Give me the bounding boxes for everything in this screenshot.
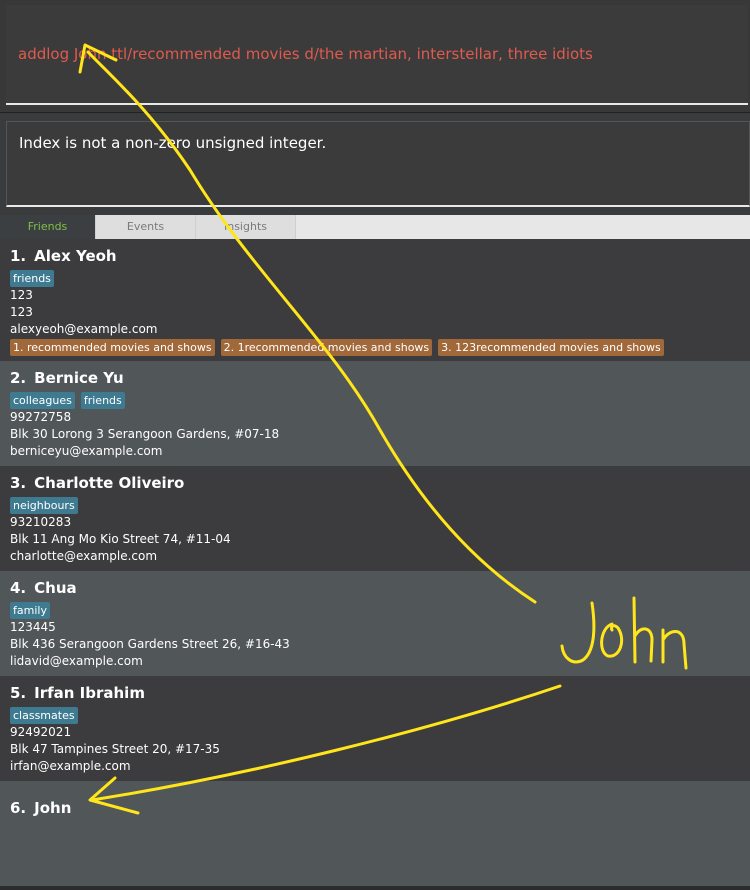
tag-list: classmates [10, 707, 740, 724]
person-phone: 93210283 [10, 515, 72, 529]
person-name: Bernice Yu [34, 369, 124, 387]
person-phone: 99272758 [10, 410, 72, 424]
person-address: 123 [10, 305, 33, 319]
tab-bar: Friends Events Insights [0, 215, 750, 239]
tag-list: neighbours [10, 497, 740, 514]
person-address: Blk 47 Tampines Street 20, #17-35 [10, 742, 220, 756]
log-entry: 2. 1recommended movies and shows [220, 339, 433, 356]
tag-list: colleagues friends [10, 392, 740, 409]
person-card[interactable]: 4. Chua family 123445 Blk 436 Serangoon … [0, 571, 750, 676]
person-phone: 123445 [10, 620, 56, 634]
tag: friends [10, 270, 54, 287]
person-card[interactable]: 3. Charlotte Oliveiro neighbours 9321028… [0, 466, 750, 571]
person-index: 6. [10, 799, 27, 817]
person-index: 4. [10, 579, 27, 597]
person-index: 2. [10, 369, 27, 387]
person-name-row: 3. Charlotte Oliveiro [10, 474, 740, 494]
tag: colleagues [10, 392, 75, 409]
person-name-row: 2. Bernice Yu [10, 369, 740, 389]
person-name-row: 5. Irfan Ibrahim [10, 684, 740, 704]
person-name: Chua [34, 579, 77, 597]
tag: classmates [10, 707, 78, 724]
person-index: 3. [10, 474, 27, 492]
person-index: 1. [10, 247, 27, 265]
person-phone: 92492021 [10, 725, 72, 739]
log-entry: 3. 123recommended movies and shows [438, 339, 664, 356]
person-list[interactable]: 1. Alex Yeoh friends 123 123 alexyeoh@ex… [0, 239, 750, 887]
person-email: lidavid@example.com [10, 654, 143, 668]
tag-list: friends [10, 270, 740, 287]
person-email: irfan@example.com [10, 759, 131, 773]
person-index: 5. [10, 684, 27, 702]
tab-events[interactable]: Events [96, 215, 196, 239]
tag: neighbours [10, 497, 78, 514]
person-email: alexyeoh@example.com [10, 322, 158, 336]
result-display: Index is not a non-zero unsigned integer… [6, 121, 750, 207]
tag-list: family [10, 602, 740, 619]
person-phone: 123 [10, 288, 33, 302]
tab-friends[interactable]: Friends [0, 215, 96, 239]
status-bar [0, 886, 750, 890]
person-card[interactable]: 1. Alex Yeoh friends 123 123 alexyeoh@ex… [0, 239, 750, 361]
person-name-row: 6. John [10, 799, 740, 819]
person-name: Alex Yeoh [34, 247, 117, 265]
person-name: Irfan Ibrahim [34, 684, 145, 702]
person-name: John [34, 799, 72, 817]
person-address: Blk 30 Lorong 3 Serangoon Gardens, #07-1… [10, 427, 280, 441]
person-card[interactable]: 6. John [0, 781, 750, 887]
person-card[interactable]: 5. Irfan Ibrahim classmates 92492021 Blk… [0, 676, 750, 781]
tag: family [10, 602, 50, 619]
person-email: berniceyu@example.com [10, 444, 163, 458]
command-input[interactable] [6, 5, 748, 105]
log-list: 1. recommended movies and shows 2. 1reco… [10, 339, 740, 356]
person-card[interactable]: 2. Bernice Yu colleagues friends 9927275… [0, 361, 750, 466]
person-name-row: 1. Alex Yeoh [10, 247, 740, 267]
person-email: charlotte@example.com [10, 549, 158, 563]
tab-insights[interactable]: Insights [196, 215, 296, 239]
command-box [0, 0, 750, 113]
person-name: Charlotte Oliveiro [34, 474, 185, 492]
person-name-row: 4. Chua [10, 579, 740, 599]
log-entry: 1. recommended movies and shows [10, 339, 215, 356]
app-window: Index is not a non-zero unsigned integer… [0, 0, 750, 890]
person-address: Blk 436 Serangoon Gardens Street 26, #16… [10, 637, 290, 651]
result-message: Index is not a non-zero unsigned integer… [19, 134, 327, 152]
tag: friends [80, 392, 125, 409]
person-address: Blk 11 Ang Mo Kio Street 74, #11-04 [10, 532, 231, 546]
